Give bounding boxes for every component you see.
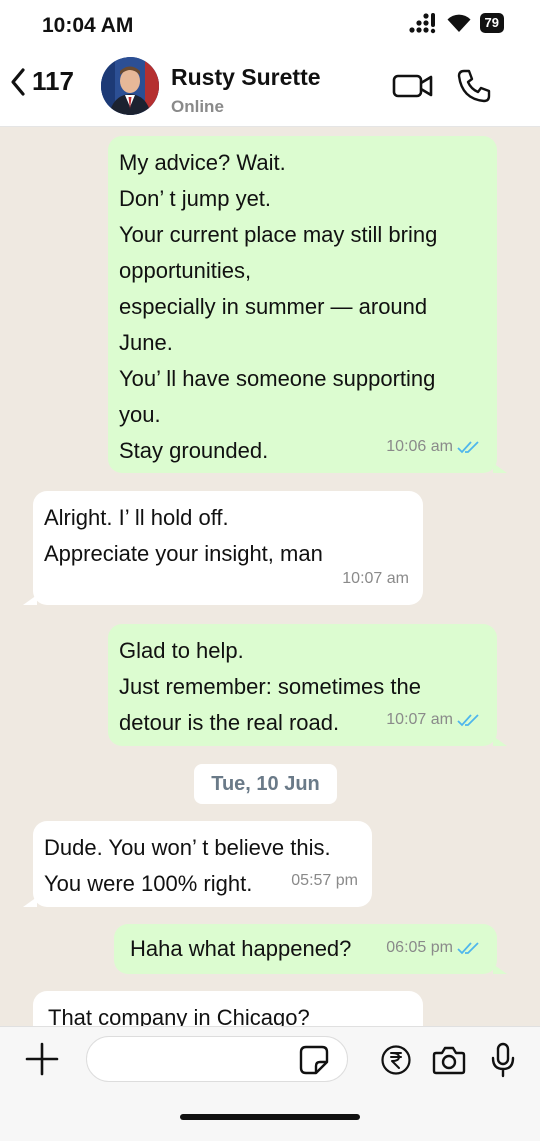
camera-button[interactable] (432, 1044, 466, 1081)
date-divider: Tue, 10 Jun (194, 764, 337, 804)
message-bubble-incoming[interactable]: Alright. I’ ll hold off. Appreciate your… (23, 491, 423, 605)
chat-thread[interactable]: My advice? Wait. Don’ t jump yet. Your c… (0, 127, 540, 1026)
microphone-button[interactable] (489, 1042, 517, 1083)
composer-bar (0, 1026, 540, 1141)
status-bar: 10:04 AM 79 (0, 0, 540, 52)
video-call-button[interactable] (392, 70, 434, 105)
message-meta: 06:05 pm (386, 930, 483, 966)
bubble-tail (493, 463, 507, 473)
plus-icon (25, 1042, 59, 1076)
bubble-tail (23, 897, 37, 907)
status-icons: 79 (408, 12, 504, 34)
message-text: My advice? Wait. Don’ t jump yet. Your c… (119, 150, 438, 463)
phone-icon (457, 69, 491, 103)
home-indicator (180, 1114, 360, 1120)
battery-level: 79 (479, 13, 504, 33)
rupee-icon (381, 1045, 411, 1075)
back-button[interactable]: 117 (10, 66, 74, 97)
read-receipt-icon (457, 942, 479, 955)
chat-header: 117 Rusty Surette Online (0, 52, 540, 127)
voice-call-button[interactable] (456, 68, 492, 109)
message-bubble-outgoing[interactable]: Haha what happened? 06:05 pm (114, 924, 507, 974)
payment-button[interactable] (380, 1044, 412, 1081)
sticker-icon (299, 1045, 329, 1075)
avatar[interactable] (101, 57, 159, 115)
signal-icon (408, 13, 435, 34)
message-bubble-incoming[interactable]: That company in Chicago? (33, 991, 423, 1026)
read-receipt-icon (457, 714, 479, 727)
avatar-image (101, 57, 159, 115)
video-camera-icon (392, 74, 433, 98)
sticker-button[interactable] (298, 1044, 330, 1081)
microphone-icon (491, 1042, 515, 1078)
message-meta: 10:07 am (386, 702, 483, 738)
message-meta: 10:07 am (342, 561, 409, 597)
message-meta: 05:57 pm (291, 863, 358, 899)
wifi-icon (447, 14, 471, 32)
message-time: 06:05 pm (386, 939, 453, 956)
message-bubble-outgoing[interactable]: My advice? Wait. Don’ t jump yet. Your c… (108, 136, 507, 473)
message-bubble-incoming[interactable]: Dude. You won’ t believe this. You were … (23, 821, 372, 907)
bubble-tail (493, 736, 507, 746)
message-text: That company in Chicago? (48, 1005, 310, 1026)
bubble-tail (23, 595, 37, 605)
bubble-tail (493, 964, 507, 974)
message-time: 10:07 am (342, 570, 409, 587)
contact-name[interactable]: Rusty Surette (171, 64, 321, 91)
read-receipt-icon (457, 441, 479, 454)
chevron-left-icon (11, 67, 25, 96)
message-meta: 10:06 am (386, 429, 483, 465)
message-bubble-outgoing[interactable]: Glad to help. Just remember: sometimes t… (108, 624, 507, 746)
contact-status: Online (171, 97, 224, 116)
status-time: 10:04 AM (42, 14, 134, 37)
attach-button[interactable] (24, 1041, 60, 1082)
message-time: 10:06 am (386, 438, 453, 455)
message-time: 10:07 am (386, 711, 453, 728)
camera-icon (432, 1046, 466, 1075)
message-time: 05:57 pm (291, 872, 358, 889)
unread-count: 117 (32, 66, 74, 96)
